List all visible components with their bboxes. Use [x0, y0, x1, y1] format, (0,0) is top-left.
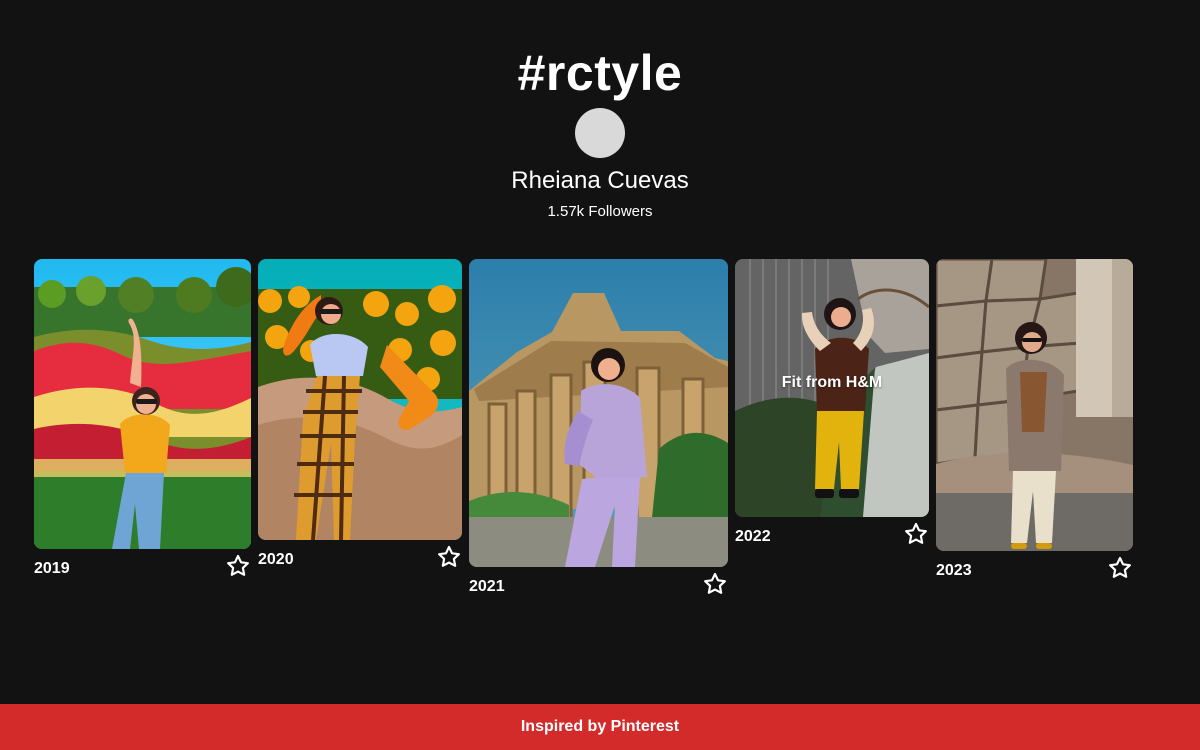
star-icon[interactable]: [903, 521, 929, 547]
pin-card-2020[interactable]: 2020: [258, 259, 462, 576]
pin-image-2022[interactable]: Fit from H&M: [735, 259, 929, 517]
pin-image-2020[interactable]: [258, 259, 462, 540]
star-icon[interactable]: [225, 553, 251, 579]
pin-year: 2023: [936, 562, 972, 579]
outfit-photo-2020: [258, 259, 462, 540]
star-icon[interactable]: [436, 544, 462, 570]
star-icon[interactable]: [1107, 555, 1133, 581]
pin-meta-2019: 2019: [34, 549, 251, 585]
pin-meta-2023: 2023: [936, 551, 1133, 587]
outfit-photo-2019: [34, 259, 251, 549]
pin-card-2019[interactable]: 2019: [34, 259, 251, 585]
star-icon[interactable]: [702, 571, 728, 597]
pin-meta-2021: 2021: [469, 567, 728, 603]
pin-meta-2020: 2020: [258, 540, 462, 576]
pin-card-2023[interactable]: 2023: [936, 259, 1133, 587]
pin-year: 2021: [469, 578, 505, 595]
profile-header: #rctyle Rheiana Cuevas 1.57k Followers: [0, 0, 1200, 240]
pin-year: 2020: [258, 551, 294, 568]
pin-image-2023[interactable]: [936, 259, 1133, 551]
avatar[interactable]: [575, 108, 625, 158]
footer-bar: Inspired by Pinterest: [0, 704, 1200, 750]
pin-card-2022[interactable]: Fit from H&M 2022: [735, 259, 929, 553]
outfit-photo-2023: [936, 259, 1133, 551]
pin-year: 2022: [735, 528, 771, 545]
outfit-photo-2021: [469, 259, 728, 567]
pin-image-2021[interactable]: [469, 259, 728, 567]
pin-year: 2019: [34, 560, 70, 577]
pin-overlay-label: Fit from H&M: [781, 374, 883, 391]
followers-count: 1.57k Followers: [547, 203, 653, 220]
profile-name[interactable]: Rheiana Cuevas: [0, 166, 1200, 196]
pin-image-2019[interactable]: [34, 259, 251, 549]
page: #rctyle Rheiana Cuevas 1.57k Followers 2…: [0, 0, 1200, 750]
pinterest-inspiration-link[interactable]: Inspired by Pinterest: [521, 717, 679, 737]
pin-meta-2022: 2022: [735, 517, 929, 553]
pin-card-2021[interactable]: 2021: [469, 259, 728, 603]
board-title: #rctyle: [517, 45, 683, 101]
